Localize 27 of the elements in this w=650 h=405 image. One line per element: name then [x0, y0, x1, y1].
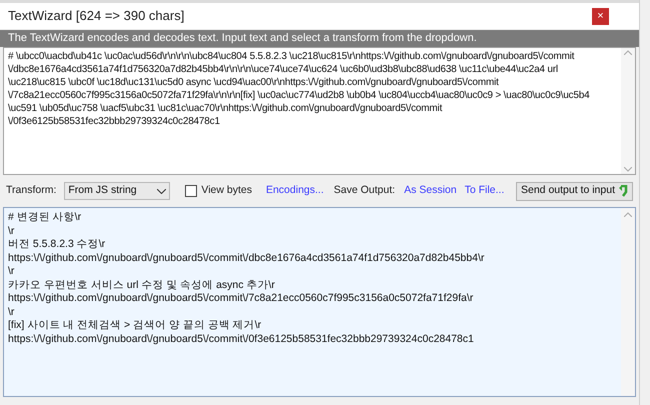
transform-label: Transform: — [6, 183, 56, 198]
input-text-line: \/7c8a21ecc0560c7f995c3156a0c5072fa71f29fa\r\n\r\n[fix] \uc0ac\uc774\ud2b8 \ub0b4 \uc804\uccb4\uac80\uc0c9 > \uac80\uc0c9\uc5b4 — [8, 89, 590, 102]
input-text-line: \/dbc8e1676a4cd3561a74f1d756320a7d82b45bb4\r\n\r\n\uce74\uce74\uc624 \uc6b0\ud3b8\ubc88\ud638 \uc11c\ube44\uc2a4 url — [8, 63, 559, 76]
save-output-link[interactable]: As Session — [404, 183, 457, 199]
input-text-line: \/0f3e6125b58531fec32bbb29739324c0c28478c1 — [8, 115, 221, 128]
send-output-button[interactable]: Send output to input — [516, 182, 633, 200]
save-output-link[interactable]: To File... — [464, 183, 504, 199]
output-text-line: \r — [8, 306, 16, 319]
save-output-label: Save Output: — [334, 183, 396, 198]
output-text-line: \r — [8, 265, 16, 278]
output-text-line: https:\/\/github.com\/gnuboard\/gnuboard5\/commit\/dbc8e1676a4cd3561a74f1d756320a7d82b45bb4\r — [8, 252, 486, 265]
output-text-line: # 변경된 사항\r — [8, 211, 82, 224]
output-text-line: 버전 5.5.8.2.3 수정\r — [8, 238, 106, 252]
close-button[interactable]: × — [592, 8, 609, 24]
description-text: The TextWizard encodes and decodes text. Input text and select a transform from the dropdown. — [8, 31, 477, 46]
input-text-line: \uc591 \ub05d\uc758 \uacf5\ubc31 \uc81c\uac70\r\nhttps:\/\/github.com\/gnuboard\/gnuboard5\/commit — [8, 102, 444, 115]
input-text-line: \uc218\uc815 \ubc0f \uc18d\uc131\uc5d0 async \ucd94\uac00\r\nhttps:\/\/github.com\/gnuboard\/gnuboard5\/commit — [8, 76, 500, 89]
output-text-line: https:\/\/github.com\/gnuboard\/gnuboard5\/commit\/7c8a21ecc0560c7f995c3156a0c5072fa71f29fa\r — [8, 292, 474, 306]
output-text-line: https:\/\/github.com\/gnuboard\/gnuboard5\/commit\/0f3e6125b58531fec32bbb29739324c0c28478c1 — [8, 332, 475, 346]
encodings-link[interactable]: Encodings... — [266, 183, 324, 199]
input-text-line: # \ubcc0\uacbd\ub41c \uc0ac\ud56d\r\n\r\n\ubc84\uc804 5.5.8.2.3 \uc218\uc815\r\nhttps:\/\/github.com\/gnuboard\/gnuboard5\/commit — [8, 50, 576, 63]
window-title: TextWizard [624 => 390 chars] — [8, 7, 184, 26]
view-bytes-label: View bytes — [201, 183, 252, 198]
transform-dropdown[interactable]: From JS string — [64, 182, 170, 200]
output-text-line: 카카오 우편번호 서비스 url 수정 및 속성에 async 추가\r — [8, 278, 276, 292]
output-text-line: \r — [8, 224, 16, 238]
output-text-line: [fix] 사이트 내 전체검색 > 검색어 양 끝의 공백 제거\r — [8, 319, 262, 332]
